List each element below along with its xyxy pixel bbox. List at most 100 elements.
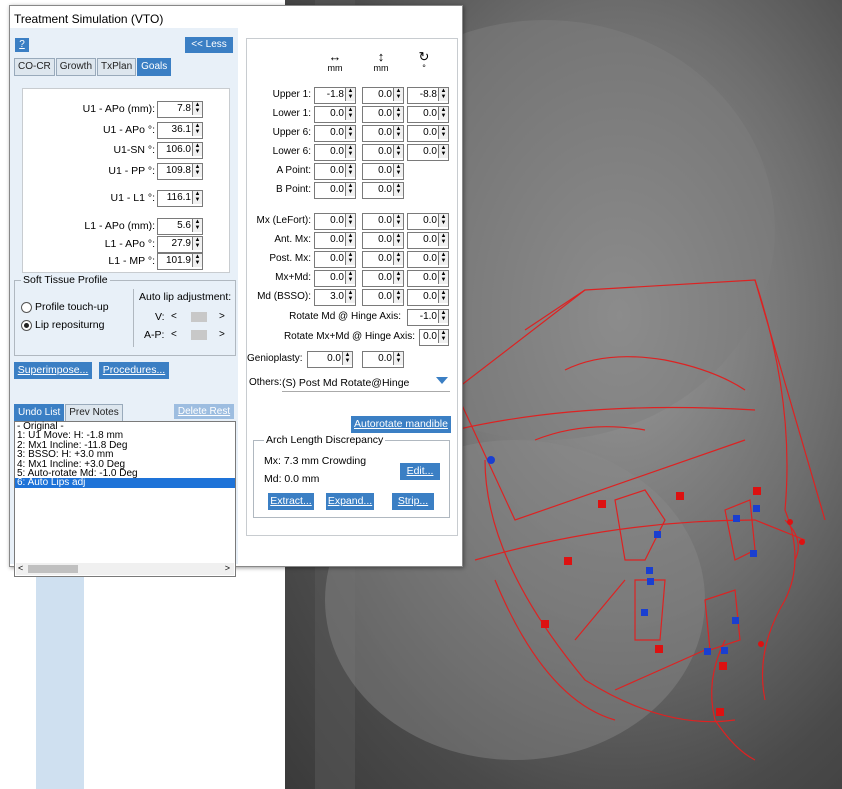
h-spinner[interactable]: 0.0 ▲ ▼ — [314, 213, 356, 230]
lip-repositioning-radio[interactable]: Lip repositurng — [21, 319, 104, 331]
h-spinner[interactable]: 0.0 ▲ ▼ — [314, 182, 356, 199]
spinner-arrows-icon[interactable]: ▲ ▼ — [393, 252, 403, 265]
spinner-arrows-icon[interactable]: ▲ ▼ — [345, 107, 355, 120]
rot-spinner[interactable]: 0.0 ▲ ▼ — [407, 289, 449, 306]
h-spinner[interactable]: 0.0 ▲ ▼ — [314, 232, 356, 249]
spinner-arrows-icon[interactable]: ▲ ▼ — [438, 145, 448, 158]
profile-touchup-radio[interactable]: Profile touch-up — [21, 301, 109, 313]
spinner-arrows-icon[interactable]: ▲ ▼ — [345, 145, 355, 158]
spinner-arrows-icon[interactable]: ▲ ▼ — [345, 164, 355, 177]
spinner-arrows-icon[interactable]: ▲ ▼ — [345, 183, 355, 196]
others-dropdown[interactable]: (S) Post Md Rotate@Hinge — [282, 375, 450, 392]
superimpose-button[interactable]: Superimpose... — [14, 362, 92, 379]
radio-selected-icon[interactable] — [21, 319, 32, 331]
spinner-arrows-icon[interactable]: ▲ ▼ — [345, 290, 355, 303]
genioplasty-v-spinner[interactable]: 0.0 ▲ ▼ — [362, 351, 404, 368]
scroll-right-arrow-icon[interactable]: > — [225, 563, 230, 573]
h-spinner[interactable]: 0.0 ▲ ▼ — [314, 125, 356, 142]
spinner-arrows-icon[interactable]: ▲ ▼ — [192, 164, 202, 177]
v-slider[interactable]: < > — [167, 311, 227, 323]
spinner-arrows-icon[interactable]: ▲ ▼ — [438, 310, 448, 323]
v-spinner[interactable]: 0.0 ▲ ▼ — [362, 251, 404, 268]
v-spinner[interactable]: 0.0 ▲ ▼ — [362, 232, 404, 249]
spinner-arrows-icon[interactable]: ▲ ▼ — [192, 254, 202, 267]
rot-spinner[interactable]: 0.0 ▲ ▼ — [407, 251, 449, 268]
less-button[interactable]: << Less — [185, 37, 233, 53]
slider-left-arrow[interactable]: < — [171, 311, 177, 322]
slider-right-arrow[interactable]: > — [219, 311, 225, 322]
tab-prev-notes[interactable]: Prev Notes — [65, 404, 123, 422]
spinner-arrows-icon[interactable]: ▲ ▼ — [345, 214, 355, 227]
slider-thumb[interactable] — [191, 312, 207, 322]
spinner-arrows-icon[interactable]: ▲ ▼ — [192, 237, 202, 250]
rot-spinner[interactable]: 0.0 ▲ ▼ — [407, 106, 449, 123]
edit-button[interactable]: Edit... — [400, 463, 440, 480]
spinner-arrows-icon[interactable]: ▲ ▼ — [393, 183, 403, 196]
spinner-arrows-icon[interactable]: ▲ ▼ — [393, 107, 403, 120]
goal-spinner[interactable]: 106.0 ▲ ▼ — [157, 142, 203, 159]
h-spinner[interactable]: 0.0 ▲ ▼ — [314, 144, 356, 161]
tab-undo-list[interactable]: Undo List — [14, 404, 65, 422]
spinner-arrows-icon[interactable]: ▲ ▼ — [192, 219, 202, 232]
tab-growth[interactable]: Growth — [55, 58, 97, 76]
v-spinner[interactable]: 0.0 ▲ ▼ — [362, 213, 404, 230]
rot-spinner[interactable]: 0.0 ▲ ▼ — [407, 270, 449, 287]
spinner-arrows-icon[interactable]: ▲ ▼ — [192, 102, 202, 115]
spinner-arrows-icon[interactable]: ▲ ▼ — [438, 107, 448, 120]
spinner-arrows-icon[interactable]: ▲ ▼ — [192, 191, 202, 204]
goal-spinner[interactable]: 36.1 ▲ ▼ — [157, 122, 203, 139]
spinner-arrows-icon[interactable]: ▲ ▼ — [393, 214, 403, 227]
chevron-down-icon[interactable] — [436, 377, 448, 384]
rot-spinner[interactable]: -8.8 ▲ ▼ — [407, 87, 449, 104]
h-spinner[interactable]: 0.0 ▲ ▼ — [314, 270, 356, 287]
spinner-arrows-icon[interactable]: ▲ ▼ — [345, 271, 355, 284]
spinner-arrows-icon[interactable]: ▲ ▼ — [393, 271, 403, 284]
spinner-arrows-icon[interactable]: ▲ ▼ — [438, 252, 448, 265]
spinner-arrows-icon[interactable]: ▲ ▼ — [393, 88, 403, 101]
slider-right-arrow[interactable]: > — [219, 329, 225, 340]
h-spinner[interactable]: 0.0 ▲ ▼ — [314, 163, 356, 180]
spinner-arrows-icon[interactable]: ▲ ▼ — [438, 330, 448, 343]
rot-spinner[interactable]: 0.0 ▲ ▼ — [407, 144, 449, 161]
spinner-arrows-icon[interactable]: ▲ ▼ — [438, 88, 448, 101]
v-spinner[interactable]: 0.0 ▲ ▼ — [362, 106, 404, 123]
tab-co-cr[interactable]: CO-CR — [14, 58, 55, 76]
h-spinner[interactable]: 3.0 ▲ ▼ — [314, 289, 356, 306]
spinner-arrows-icon[interactable]: ▲ ▼ — [345, 233, 355, 246]
tab-goals[interactable]: Goals — [137, 58, 172, 76]
goal-spinner[interactable]: 109.8 ▲ ▼ — [157, 163, 203, 180]
hinge-mxmd-spinner[interactable]: 0.0 ▲ ▼ — [419, 329, 449, 346]
spinner-arrows-icon[interactable]: ▲ ▼ — [393, 164, 403, 177]
hinge-md-spinner[interactable]: -1.0 ▲ ▼ — [407, 309, 449, 326]
slider-left-arrow[interactable]: < — [171, 329, 177, 340]
spinner-arrows-icon[interactable]: ▲ ▼ — [192, 123, 202, 136]
v-spinner[interactable]: 0.0 ▲ ▼ — [362, 125, 404, 142]
h-spinner[interactable]: -1.8 ▲ ▼ — [314, 87, 356, 104]
radio-circle-icon[interactable] — [21, 301, 32, 313]
v-spinner[interactable]: 0.0 ▲ ▼ — [362, 87, 404, 104]
scroll-left-arrow-icon[interactable]: < — [18, 563, 23, 573]
goal-spinner[interactable]: 5.6 ▲ ▼ — [157, 218, 203, 235]
goal-spinner[interactable]: 101.9 ▲ ▼ — [157, 253, 203, 270]
v-spinner[interactable]: 0.0 ▲ ▼ — [362, 144, 404, 161]
spinner-arrows-icon[interactable]: ▲ ▼ — [438, 290, 448, 303]
h-spinner[interactable]: 0.0 ▲ ▼ — [314, 106, 356, 123]
rot-spinner[interactable]: 0.0 ▲ ▼ — [407, 125, 449, 142]
v-spinner[interactable]: 0.0 ▲ ▼ — [362, 289, 404, 306]
genioplasty-h-spinner[interactable]: 0.0 ▲ ▼ — [307, 351, 353, 368]
spinner-arrows-icon[interactable]: ▲ ▼ — [438, 271, 448, 284]
help-button[interactable]: ? — [15, 38, 29, 52]
spinner-arrows-icon[interactable]: ▲ ▼ — [345, 126, 355, 139]
h-spinner[interactable]: 0.0 ▲ ▼ — [314, 251, 356, 268]
strip-button[interactable]: Strip... — [392, 493, 434, 510]
slider-thumb[interactable] — [191, 330, 207, 340]
goal-spinner[interactable]: 27.9 ▲ ▼ — [157, 236, 203, 253]
list-item-selected[interactable]: 6: Auto Lips adj — [15, 478, 235, 488]
spinner-arrows-icon[interactable]: ▲ ▼ — [393, 352, 403, 365]
goal-spinner[interactable]: 7.8 ▲ ▼ — [157, 101, 203, 118]
tab-txplan[interactable]: TxPlan — [97, 58, 137, 76]
spinner-arrows-icon[interactable]: ▲ ▼ — [438, 214, 448, 227]
extract-button[interactable]: Extract... — [268, 493, 314, 510]
expand-button[interactable]: Expand... — [326, 493, 374, 510]
procedures-button[interactable]: Procedures... — [99, 362, 169, 379]
